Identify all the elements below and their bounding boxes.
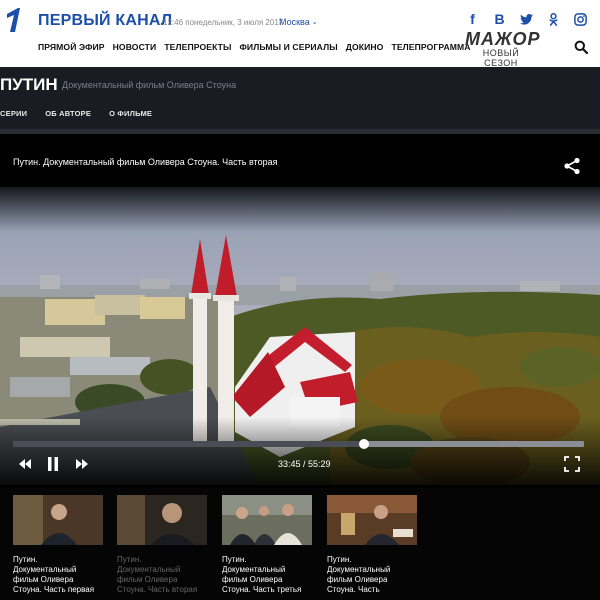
vk-icon[interactable]: B <box>492 12 507 27</box>
episode-list: Путин. Документальный фильм Оливера Стоуна.… <box>0 488 600 600</box>
skip-forward-icon[interactable] <box>75 455 89 473</box>
channel-one-logo-icon[interactable] <box>4 6 26 34</box>
project-subtitle: Документальный фильм Оливера Стоуна <box>62 80 237 90</box>
promo-title: МАЖОР <box>465 29 541 49</box>
seek-bar[interactable] <box>13 439 584 449</box>
episode-thumbnail <box>117 495 207 545</box>
current-datetime: 12:46 понедельник, 3 июля 2017 <box>163 18 284 27</box>
nav-item-dokino[interactable]: ДОКИНО <box>346 42 384 52</box>
section-divider <box>0 129 600 134</box>
nav-item-live[interactable]: ПРЯМОЙ ЭФИР <box>38 42 105 52</box>
social-links: f B <box>465 12 588 27</box>
fullscreen-icon[interactable] <box>564 455 580 473</box>
episode-card-3[interactable]: Путин. Документальный фильм Оливера Стоуна.… <box>222 495 312 595</box>
episode-thumbnail <box>327 495 417 545</box>
project-bar: ПУТИН Документальный фильм Оливера Стоун… <box>0 67 600 129</box>
video-title: Путин. Документальный фильм Оливера Стоу… <box>13 157 278 167</box>
nav-item-news[interactable]: НОВОСТИ <box>113 42 157 52</box>
episode-caption: Путин. Документальный фильм Оливера Стоуна.… <box>222 555 302 594</box>
main-nav: ПРЯМОЙ ЭФИР НОВОСТИ ТЕЛЕПРОЕКТЫ ФИЛЬМЫ И… <box>38 42 471 52</box>
promo-subtitle: НОВЫЙ СЕЗОН <box>482 48 520 68</box>
nav-item-tv-schedule[interactable]: ТЕЛЕПРОГРАММА <box>391 42 470 52</box>
tab-episodes[interactable]: СЕРИИ <box>0 109 27 118</box>
search-icon[interactable] <box>574 40 588 54</box>
pause-icon[interactable] <box>46 455 60 473</box>
playback-time: 33:45 / 55:29 <box>278 459 331 469</box>
episode-card-4[interactable]: Путин. Документальный фильм Оливера Стоуна.… <box>327 495 417 595</box>
share-icon[interactable] <box>563 157 581 175</box>
city-selector[interactable]: Москва ⌄ <box>279 17 318 27</box>
episode-caption: Путин. Документальный фильм Оливера Стоуна.… <box>13 555 95 594</box>
facebook-icon[interactable]: f <box>465 12 480 27</box>
episode-card-1[interactable]: Путин. Документальный фильм Оливера Стоуна.… <box>13 495 103 595</box>
brand-name[interactable]: ПЕРВЫЙ КАНАЛ <box>38 12 172 30</box>
project-title[interactable]: ПУТИН <box>0 75 58 95</box>
promo-banner[interactable]: МАЖОР НОВЫЙ СЕЗОН <box>465 29 541 68</box>
site-header: ПЕРВЫЙ КАНАЛ 12:46 понедельник, 3 июля 2… <box>0 0 600 68</box>
skip-back-icon[interactable] <box>18 455 32 473</box>
episode-card-2[interactable]: Путин. Документальный фильм Оливера Стоуна.… <box>117 495 207 595</box>
project-tabs: СЕРИИ ОБ АВТОРЕ О ФИЛЬМЕ <box>0 109 152 118</box>
chevron-down-icon: ⌄ <box>311 19 318 26</box>
episode-thumbnail <box>222 495 312 545</box>
episode-caption: Путин. Документальный фильм Оливера Стоуна.… <box>117 555 198 594</box>
tab-about-author[interactable]: ОБ АВТОРЕ <box>45 109 91 118</box>
odnoklassniki-icon[interactable] <box>546 12 561 27</box>
city-label: Москва <box>279 17 310 27</box>
player-controls: 33:45 / 55:29 <box>0 455 600 477</box>
twitter-icon[interactable] <box>519 12 534 27</box>
tab-about-film[interactable]: О ФИЛЬМЕ <box>109 109 152 118</box>
episode-caption: Путин. Документальный фильм Оливера Стоуна.… <box>327 555 391 594</box>
seek-bar-played <box>13 441 365 447</box>
episode-thumbnail <box>13 495 103 545</box>
nav-item-tv-projects[interactable]: ТЕЛЕПРОЕКТЫ <box>164 42 231 52</box>
video-player[interactable]: Путин. Документальный фильм Оливера Стоу… <box>0 145 600 485</box>
nav-item-films-series[interactable]: ФИЛЬМЫ И СЕРИАЛЫ <box>240 42 338 52</box>
instagram-icon[interactable] <box>573 12 588 27</box>
